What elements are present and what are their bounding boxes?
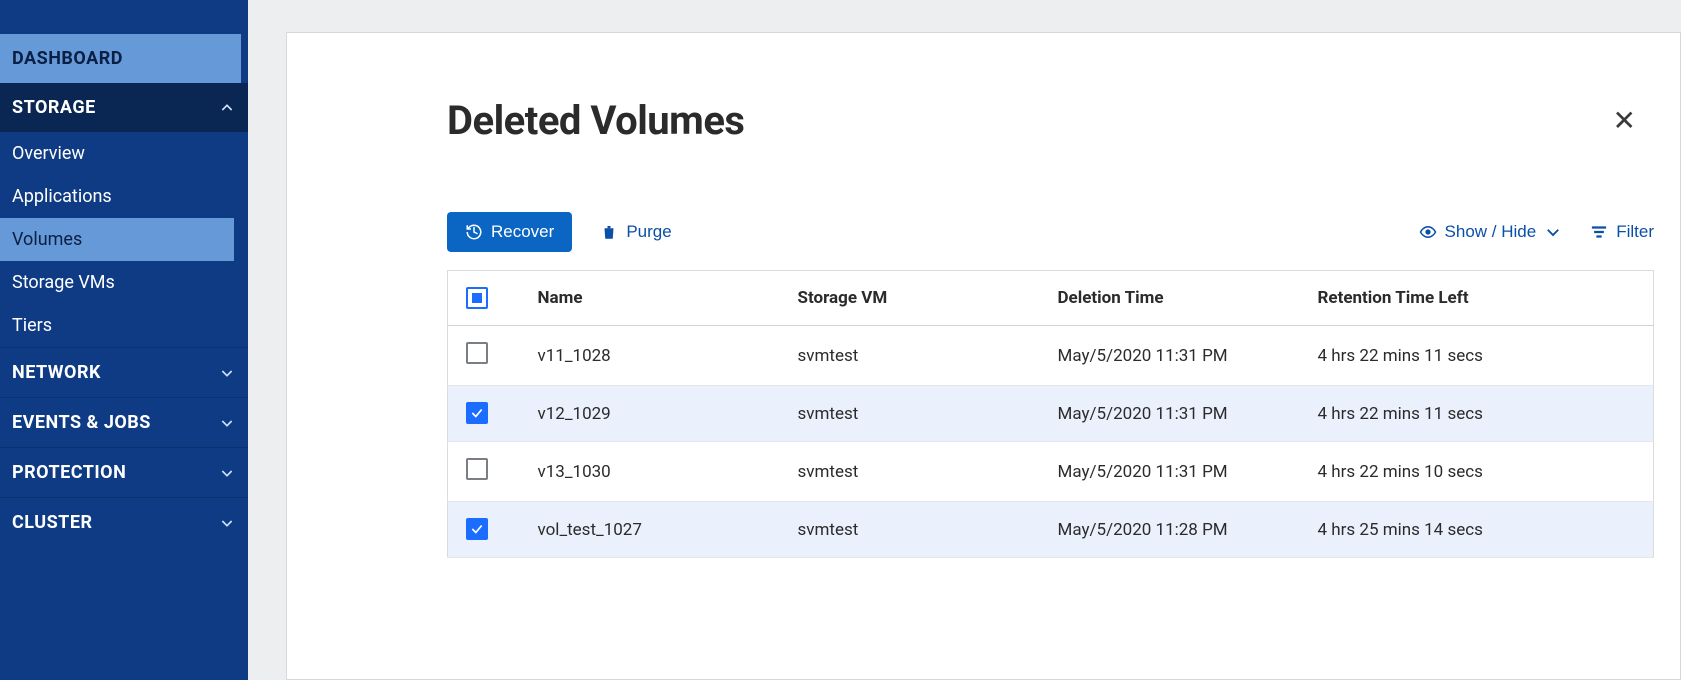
header-retention[interactable]: Retention Time Left	[1300, 271, 1654, 326]
toolbar-right: Show / Hide Filter	[1419, 222, 1654, 242]
panel-header: Deleted Volumes ✕	[447, 97, 1654, 144]
cell-deletion-time: May/5/2020 11:31 PM	[1040, 442, 1300, 502]
sidebar-events-label: EVENTS & JOBS	[12, 412, 151, 433]
trash-icon	[600, 223, 618, 241]
sidebar-item-volumes[interactable]: Volumes	[0, 218, 234, 261]
cell-storage-vm: svmtest	[780, 386, 1040, 442]
cell-storage-vm: svmtest	[780, 326, 1040, 386]
cell-name: v11_1028	[520, 326, 780, 386]
cell-storage-vm: svmtest	[780, 502, 1040, 558]
table-row[interactable]: v12_1029svmtestMay/5/2020 11:31 PM4 hrs …	[448, 386, 1654, 442]
sidebar-item-storage[interactable]: STORAGE	[0, 83, 248, 132]
cell-deletion-time: May/5/2020 11:28 PM	[1040, 502, 1300, 558]
header-deletion-time[interactable]: Deletion Time	[1040, 271, 1300, 326]
show-hide-button[interactable]: Show / Hide	[1419, 222, 1563, 242]
header-select-all	[448, 271, 520, 326]
sidebar-item-events-jobs[interactable]: EVENTS & JOBS	[0, 397, 248, 447]
sidebar-spacer	[0, 0, 248, 34]
purge-label: Purge	[626, 222, 671, 242]
table-row[interactable]: v13_1030svmtestMay/5/2020 11:31 PM4 hrs …	[448, 442, 1654, 502]
main-area: Deleted Volumes ✕ Recover Purge	[248, 0, 1681, 680]
filter-label: Filter	[1616, 222, 1654, 242]
table-row[interactable]: vol_test_1027svmtestMay/5/2020 11:28 PM4…	[448, 502, 1654, 558]
header-storage-vm[interactable]: Storage VM	[780, 271, 1040, 326]
show-hide-label: Show / Hide	[1445, 222, 1537, 242]
cell-retention: 4 hrs 22 mins 11 secs	[1300, 386, 1654, 442]
sidebar-volumes-label: Volumes	[12, 229, 82, 250]
sidebar-storagevms-label: Storage VMs	[12, 272, 115, 293]
cell-deletion-time: May/5/2020 11:31 PM	[1040, 386, 1300, 442]
sidebar: DASHBOARD STORAGE Overview Applications …	[0, 0, 248, 680]
filter-button[interactable]: Filter	[1590, 222, 1654, 242]
sidebar-item-protection[interactable]: PROTECTION	[0, 447, 248, 497]
cell-retention: 4 hrs 25 mins 14 secs	[1300, 502, 1654, 558]
row-checkbox[interactable]	[466, 342, 488, 364]
page-title: Deleted Volumes	[447, 97, 744, 144]
toolbar: Recover Purge Show / Hide	[447, 212, 1654, 252]
cell-checkbox	[448, 502, 520, 558]
row-checkbox[interactable]	[466, 402, 488, 424]
eye-icon	[1419, 223, 1437, 241]
cell-retention: 4 hrs 22 mins 10 secs	[1300, 442, 1654, 502]
sidebar-item-cluster[interactable]: CLUSTER	[0, 497, 248, 547]
sidebar-network-label: NETWORK	[12, 362, 101, 383]
sidebar-item-network[interactable]: NETWORK	[0, 347, 248, 397]
sidebar-item-overview[interactable]: Overview	[0, 132, 248, 175]
chevron-down-icon	[218, 464, 236, 482]
toolbar-left: Recover Purge	[447, 212, 672, 252]
sidebar-protection-label: PROTECTION	[12, 462, 126, 483]
chevron-down-icon	[218, 514, 236, 532]
cell-name: v13_1030	[520, 442, 780, 502]
purge-button[interactable]: Purge	[600, 222, 671, 242]
restore-icon	[465, 223, 483, 241]
chevron-down-icon	[218, 414, 236, 432]
cell-checkbox	[448, 326, 520, 386]
deleted-volumes-table: Name Storage VM Deletion Time Retention …	[447, 270, 1654, 558]
header-name[interactable]: Name	[520, 271, 780, 326]
close-icon[interactable]: ✕	[1605, 104, 1644, 137]
chevron-down-icon	[1544, 223, 1562, 241]
chevron-up-icon	[218, 99, 236, 117]
sidebar-storage-label: STORAGE	[12, 97, 96, 118]
row-checkbox[interactable]	[466, 518, 488, 540]
cell-checkbox	[448, 386, 520, 442]
chevron-down-icon	[218, 364, 236, 382]
sidebar-applications-label: Applications	[12, 186, 112, 207]
table-header-row: Name Storage VM Deletion Time Retention …	[448, 271, 1654, 326]
cell-name: vol_test_1027	[520, 502, 780, 558]
cell-retention: 4 hrs 22 mins 11 secs	[1300, 326, 1654, 386]
cell-checkbox	[448, 442, 520, 502]
sidebar-item-tiers[interactable]: Tiers	[0, 304, 248, 347]
row-checkbox[interactable]	[466, 458, 488, 480]
sidebar-cluster-label: CLUSTER	[12, 512, 92, 533]
cell-deletion-time: May/5/2020 11:31 PM	[1040, 326, 1300, 386]
content-panel: Deleted Volumes ✕ Recover Purge	[286, 32, 1681, 680]
sidebar-overview-label: Overview	[12, 143, 85, 164]
recover-button[interactable]: Recover	[447, 212, 572, 252]
sidebar-item-applications[interactable]: Applications	[0, 175, 248, 218]
table-row[interactable]: v11_1028svmtestMay/5/2020 11:31 PM4 hrs …	[448, 326, 1654, 386]
cell-storage-vm: svmtest	[780, 442, 1040, 502]
sidebar-tiers-label: Tiers	[12, 315, 52, 336]
select-all-checkbox[interactable]	[466, 287, 488, 309]
sidebar-item-dashboard[interactable]: DASHBOARD	[0, 34, 241, 83]
sidebar-item-storage-vms[interactable]: Storage VMs	[0, 261, 248, 304]
filter-icon	[1590, 223, 1608, 241]
recover-label: Recover	[491, 222, 554, 242]
sidebar-dashboard-label: DASHBOARD	[12, 48, 123, 69]
cell-name: v12_1029	[520, 386, 780, 442]
